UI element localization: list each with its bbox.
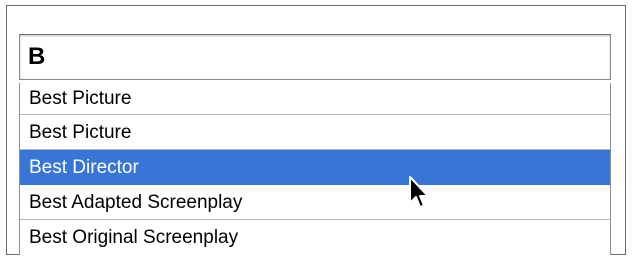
suggestion-item-best-picture[interactable]: Best Picture xyxy=(20,83,610,115)
suggestion-item-best-original-screenplay[interactable]: Best Original Screenplay xyxy=(20,220,610,255)
suggestion-list: Best Picture Best Picture Best Director … xyxy=(19,83,611,255)
suggestion-item-best-adapted-screenplay[interactable]: Best Adapted Screenplay xyxy=(20,185,610,220)
suggestion-item-best-director[interactable]: Best Director xyxy=(20,150,610,185)
suggestion-item-best-picture-2[interactable]: Best Picture xyxy=(20,115,610,150)
search-input[interactable] xyxy=(19,34,611,80)
